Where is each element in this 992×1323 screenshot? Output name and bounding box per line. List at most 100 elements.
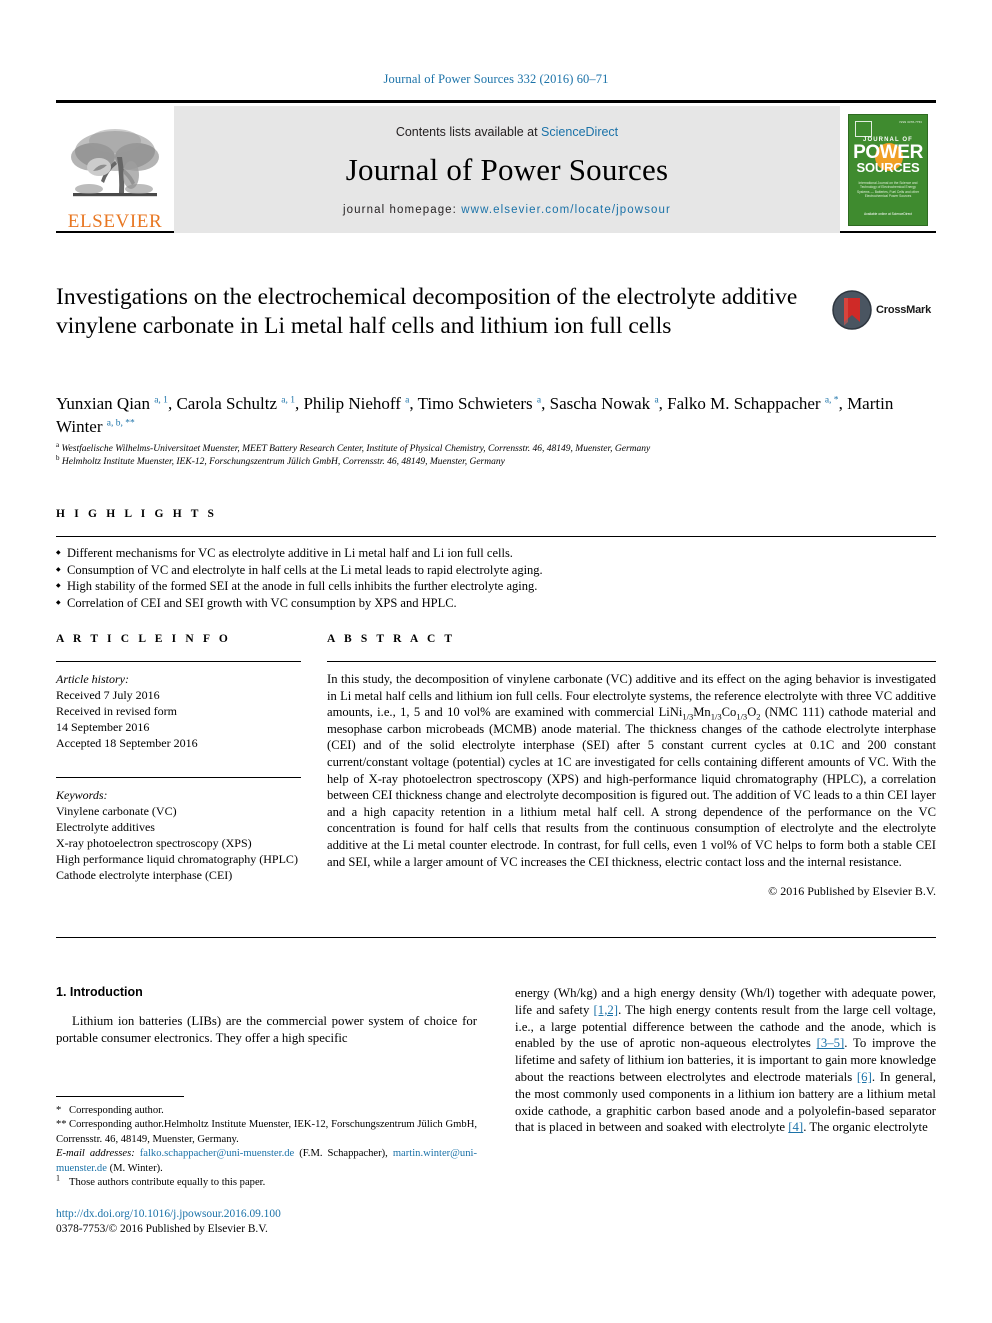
author-affiliation-marker: a, * [824,395,839,406]
footnote-emails: E-mail addresses: falko.schappacher@uni-… [56,1147,477,1176]
footnote-corresponding-2-text: Corresponding author.Helmholtz Institute… [56,1119,477,1145]
highlights-heading: H I G H L I G H T S [56,508,218,520]
highlight-item: Different mechanisms for VC as electroly… [56,545,936,562]
highlights-divider [56,536,936,537]
author-name: Carola Schultz [176,394,282,413]
cover-footer: Available online at ScienceDirect [864,211,912,216]
footnote-mark-one: 1 [56,1173,60,1183]
footer-identifiers: http://dx.doi.org/10.1016/j.jpowsour.201… [56,1207,486,1237]
abstract-subscript: 1/3 [710,711,722,722]
author-name: Philip Niehoff [303,394,406,413]
citation-link[interactable]: [6] [857,1070,872,1084]
footnote-mark-double-asterisk: ** [56,1119,67,1131]
affiliation-item: a Westfaelische Wilhelms-Universitaet Mu… [56,441,936,456]
crossmark-label: CrossMark [876,304,932,316]
article-history-item: Received in revised form [56,704,177,718]
article-history-label: Article history: [56,672,129,686]
contents-list-line: Contents lists available at ScienceDirec… [396,125,618,139]
abstract-subscript: 1/ [682,711,689,722]
keyword-item: Vinylene carbonate (VC) [56,804,177,818]
abstract-text: In this study, the decomposition of viny… [327,671,936,870]
author-separator: , [409,394,418,413]
footnotes-block: * Corresponding author. ** Corresponding a… [56,1096,477,1190]
cover-art: ISSN 0378-7753 JOURNAL OF POWER SOURCES … [848,113,928,226]
cover-subtitle: International Journal on the Science and… [856,180,920,199]
footnote-equal-contribution: 1 Those authors contribute equally to thi… [56,1173,477,1190]
crossmark-badge[interactable]: CrossMark [832,288,936,332]
keyword-item: High performance liquid chromatography (… [56,852,298,866]
author-separator: , [658,394,668,413]
body-column-left: 1. Introduction Lithium ion batteries (L… [56,985,477,1047]
highlight-item: Correlation of CEI and SEI growth with V… [56,595,936,612]
introduction-heading: 1. Introduction [56,985,143,999]
article-history-item: 14 September 2016 [56,720,150,734]
author-name: Yunxian Qian [56,394,155,413]
footnotes-divider [56,1096,184,1097]
body-column-right: energy (Wh/kg) and a high energy density… [515,985,936,1136]
keyword-item: Electrolyte additives [56,820,155,834]
sciencedirect-link[interactable]: ScienceDirect [541,125,618,139]
abstract-bottom-divider [56,937,936,938]
email-owner-schappacher: (F.M. Schappacher), [299,1148,388,1160]
footnote-equal-contribution-text: Those authors contribute equally to this… [69,1177,266,1189]
citation-link[interactable]: [3–5] [817,1036,845,1050]
article-history-list: Received 7 July 2016 Received in revised … [56,687,301,751]
keywords-label: Keywords: [56,788,108,802]
highlights-list: Different mechanisms for VC as electroly… [56,545,936,611]
article-history-item: Accepted 18 September 2016 [56,736,198,750]
email-addresses-label: E-mail addresses: [56,1148,135,1160]
affiliation-text: Westfaelische Wilhelms-Universitaet Muen… [59,444,651,454]
elsevier-wordmark: ELSEVIER [67,211,163,232]
elsevier-tree-icon [71,129,159,197]
abstract-text-run: Mn [693,705,711,720]
running-head: Journal of Power Sources 332 (2016) 60–7… [383,72,609,86]
keywords-block: Keywords: Vinylene carbonate (VC) Electro… [56,777,301,883]
article-info-heading: A R T I C L E I N F O [56,633,231,645]
abstract-heading: A B S T R A C T [327,633,456,645]
affiliation-list: a Westfaelische Wilhelms-Universitaet Mu… [56,441,936,469]
body-text-run: . The organic electrolyte [803,1120,928,1135]
masthead-center: Contents lists available at ScienceDirec… [174,106,840,233]
homepage-url[interactable]: www.elsevier.com/locate/jpowsour [461,204,671,216]
cover-elsevier-logo-icon [855,120,872,137]
journal-homepage-line: journal homepage: www.elsevier.com/locat… [343,204,671,216]
affiliation-item: b Helmholtz Institute Muenster, IEK-12, … [56,454,936,469]
author-affiliation-marker: a, 1 [281,395,295,406]
crossmark-icon [832,290,872,330]
author-name: Falko M. Schappacher [667,394,825,413]
keywords-list: Vinylene carbonate (VC) Electrolyte addit… [56,803,301,883]
cover-issn: ISSN 0378-7753 [899,120,922,124]
footnote-mark-asterisk: * [56,1105,62,1116]
author-separator: , [541,394,550,413]
introduction-paragraph-left: Lithium ion batteries (LIBs) are the com… [56,1013,477,1047]
abstract-divider [327,661,936,662]
article-info-divider [56,661,301,662]
author-name: Timo Schwieters [417,394,537,413]
footnote-corresponding-1-text: Corresponding author. [69,1105,164,1116]
citation-link[interactable]: [4] [788,1120,803,1134]
email-owner-winter: (M. Winter). [109,1162,163,1174]
affiliation-text: Helmholtz Institute Muenster, IEK-12, Fo… [59,457,505,467]
elsevier-logo: ELSEVIER [56,106,174,233]
copyright-line: © 2016 Published by Elsevier B.V. [768,884,936,899]
email-link-schappacher[interactable]: falko.schappacher@uni-muenster.de [140,1148,294,1159]
journal-title: Journal of Power Sources [345,152,669,187]
author-affiliation-marker: a, 1 [154,395,168,406]
page-title: Investigations on the electrochemical de… [56,284,798,339]
doi-link[interactable]: http://dx.doi.org/10.1016/j.jpowsour.201… [56,1207,486,1222]
abstract-text-run: (NMC 111) cathode material and mesophase… [327,705,936,869]
citation-link[interactable]: [1,2] [594,1003,619,1017]
footnote-corresponding-1: * Corresponding author. [56,1104,477,1118]
author-name: Sascha Nowak [549,394,655,413]
footnote-corresponding-2: ** Corresponding author.Helmholtz Institu… [56,1118,477,1147]
introduction-paragraph-right: energy (Wh/kg) and a high energy density… [515,985,936,1136]
author-affiliation-marker: a, b, ** [106,418,135,429]
abstract-column: A B S T R A C T In this study, the decom… [327,633,936,899]
highlight-item: Consumption of VC and electrolyte in hal… [56,562,936,579]
issn-copyright-line: 0378-7753/© 2016 Published by Elsevier B… [56,1223,268,1235]
article-info-column: A R T I C L E I N F O Article history: R… [56,633,301,899]
journal-masthead: ELSEVIER Contents lists available at Sci… [56,100,936,233]
article-first-page: Journal of Power Sources 332 (2016) 60–7… [0,0,992,1323]
author-list: Yunxian Qian a, 1, Carola Schultz a, 1, … [56,392,936,438]
highlight-item: High stability of the formed SEI at the … [56,578,936,595]
